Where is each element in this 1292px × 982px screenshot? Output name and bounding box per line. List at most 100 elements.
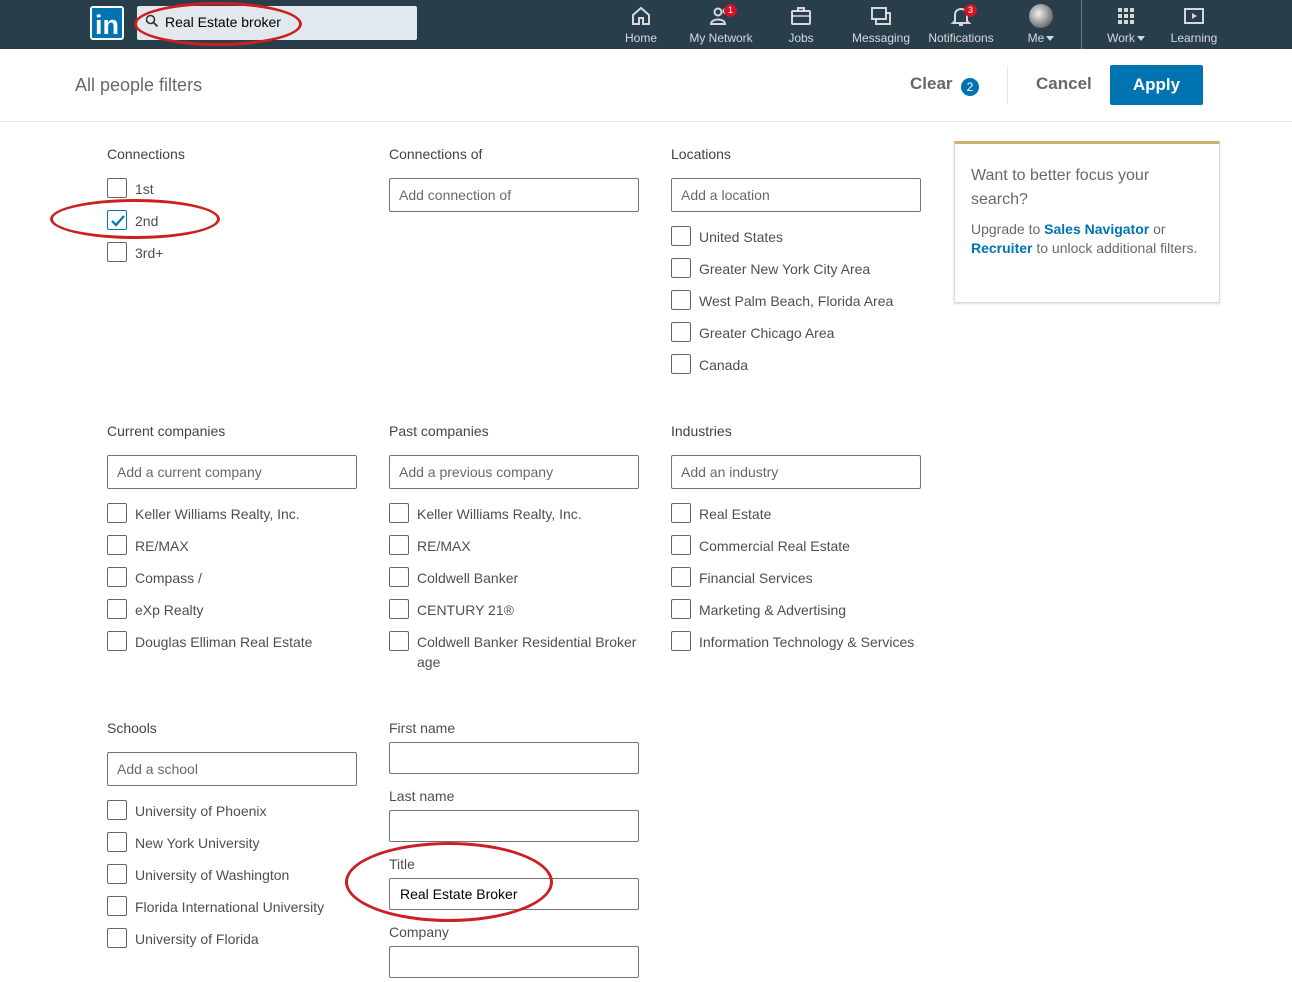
header-divider [1007, 66, 1008, 104]
option-label: RE/MAX [417, 538, 471, 554]
current-company-option[interactable]: Compass / [107, 567, 357, 599]
option-label: Keller Williams Realty, Inc. [135, 506, 300, 522]
first-name-field[interactable] [389, 742, 639, 774]
checkbox[interactable] [671, 258, 691, 278]
checkbox[interactable] [389, 503, 409, 523]
sales-navigator-link[interactable]: Sales Navigator [1044, 221, 1149, 237]
upsell-body: Upgrade to Sales Navigator or Recruiter … [971, 220, 1201, 258]
recruiter-link[interactable]: Recruiter [971, 240, 1032, 256]
past-company-option[interactable]: Coldwell Banker [389, 567, 639, 599]
checkbox[interactable] [671, 599, 691, 619]
checkbox[interactable] [107, 800, 127, 820]
option-label: Canada [699, 357, 749, 373]
school-option[interactable]: New York University [107, 832, 357, 864]
school-option[interactable]: University of Phoenix [107, 800, 357, 832]
checkmark-icon [111, 215, 125, 227]
search-input[interactable]: Real Estate broker [165, 14, 281, 30]
industry-option[interactable]: Financial Services [671, 567, 921, 599]
connection-option-1st[interactable]: 1st [107, 178, 357, 210]
current-company-option[interactable]: eXp Realty [107, 599, 357, 631]
last-name-field[interactable] [389, 810, 639, 842]
messaging-icon [871, 7, 891, 25]
nav-learning[interactable]: Learning [1166, 4, 1222, 48]
title-field[interactable]: Real Estate Broker [389, 878, 639, 910]
current-company-input[interactable]: Add a current company [107, 455, 357, 489]
keyword-fields: First name Last name Title Real Estate B… [389, 720, 639, 978]
apply-button[interactable]: Apply [1110, 65, 1203, 105]
checkbox[interactable] [671, 503, 691, 523]
checkbox[interactable] [389, 535, 409, 555]
current-company-option[interactable]: RE/MAX [107, 535, 357, 567]
option-label: University of Washington [135, 867, 290, 883]
checkbox[interactable] [389, 631, 409, 651]
nav-me[interactable]: Me [1022, 4, 1060, 48]
location-option[interactable]: United States [671, 226, 921, 258]
cancel-button[interactable]: Cancel [1036, 74, 1092, 94]
checkbox[interactable] [671, 535, 691, 555]
option-label: Marketing & Advertising [699, 602, 847, 618]
location-option[interactable]: West Palm Beach, Florida Area [671, 290, 921, 322]
checkbox[interactable] [107, 631, 127, 651]
last-name-label: Last name [389, 788, 455, 804]
past-company-option[interactable]: Coldwell Banker Residential Brokerage [389, 631, 639, 683]
location-option[interactable]: Canada [671, 354, 921, 386]
checkbox[interactable] [107, 928, 127, 948]
past-company-option[interactable]: Keller Williams Realty, Inc. [389, 503, 639, 535]
checkbox[interactable] [389, 599, 409, 619]
past-company-option[interactable]: CENTURY 21® [389, 599, 639, 631]
checkbox[interactable] [671, 226, 691, 246]
checkbox[interactable] [107, 567, 127, 587]
checkbox[interactable] [107, 242, 127, 262]
current-company-option[interactable]: Keller Williams Realty, Inc. [107, 503, 357, 535]
location-option[interactable]: Greater Chicago Area [671, 322, 921, 354]
connection-option-3rd[interactable]: 3rd+ [107, 242, 357, 274]
school-input[interactable]: Add a school [107, 752, 357, 786]
clear-button[interactable]: Clear [910, 74, 953, 94]
past-company-input[interactable]: Add a previous company [389, 455, 639, 489]
industry-option[interactable]: Information Technology & Services [671, 631, 921, 683]
past-company-option[interactable]: RE/MAX [389, 535, 639, 567]
linkedin-logo[interactable]: in [90, 6, 124, 40]
checkbox[interactable] [107, 832, 127, 852]
checkbox[interactable] [671, 322, 691, 342]
checkbox[interactable] [107, 503, 127, 523]
nav-my-network[interactable]: 1 My Network [684, 4, 758, 48]
school-option[interactable]: Florida International University [107, 896, 357, 928]
location-input[interactable]: Add a location [671, 178, 921, 212]
checkbox[interactable] [671, 354, 691, 374]
upsell-text: or [1149, 221, 1166, 237]
industry-option[interactable]: Marketing & Advertising [671, 599, 921, 631]
option-label: RE/MAX [135, 538, 189, 554]
nav-notifications[interactable]: 3 Notifications [924, 4, 998, 48]
school-option[interactable]: University of Washington [107, 864, 357, 896]
checkbox[interactable] [107, 535, 127, 555]
industry-option[interactable]: Real Estate [671, 503, 921, 535]
checkbox[interactable] [671, 631, 691, 651]
checkbox[interactable] [671, 290, 691, 310]
option-label: Greater New York City Area [699, 261, 871, 277]
nav-home[interactable]: Home [620, 4, 662, 48]
option-label: Coldwell Banker Residential Brokerage [417, 634, 637, 670]
learning-icon [1184, 8, 1204, 24]
past-companies-title: Past companies [389, 423, 489, 439]
checkbox[interactable] [389, 567, 409, 587]
checkbox[interactable] [107, 599, 127, 619]
nav-work[interactable]: Work [1104, 4, 1148, 48]
company-field[interactable] [389, 946, 639, 978]
option-label: Real Estate [699, 506, 772, 522]
industry-option[interactable]: Commercial Real Estate [671, 535, 921, 567]
search-bar[interactable]: Real Estate broker [137, 6, 417, 40]
checkbox[interactable] [671, 567, 691, 587]
school-option[interactable]: University of Florida [107, 928, 357, 960]
current-company-option[interactable]: Douglas Elliman Real Estate [107, 631, 357, 663]
checkbox-checked[interactable] [107, 210, 127, 230]
nav-messaging[interactable]: Messaging [848, 4, 914, 48]
location-option[interactable]: Greater New York City Area [671, 258, 921, 290]
checkbox[interactable] [107, 896, 127, 916]
nav-jobs[interactable]: Jobs [782, 4, 820, 48]
checkbox[interactable] [107, 178, 127, 198]
checkbox[interactable] [107, 864, 127, 884]
connection-option-2nd[interactable]: 2nd [107, 210, 357, 242]
industry-input[interactable]: Add an industry [671, 455, 921, 489]
connections-of-input[interactable]: Add connection of [389, 178, 639, 212]
